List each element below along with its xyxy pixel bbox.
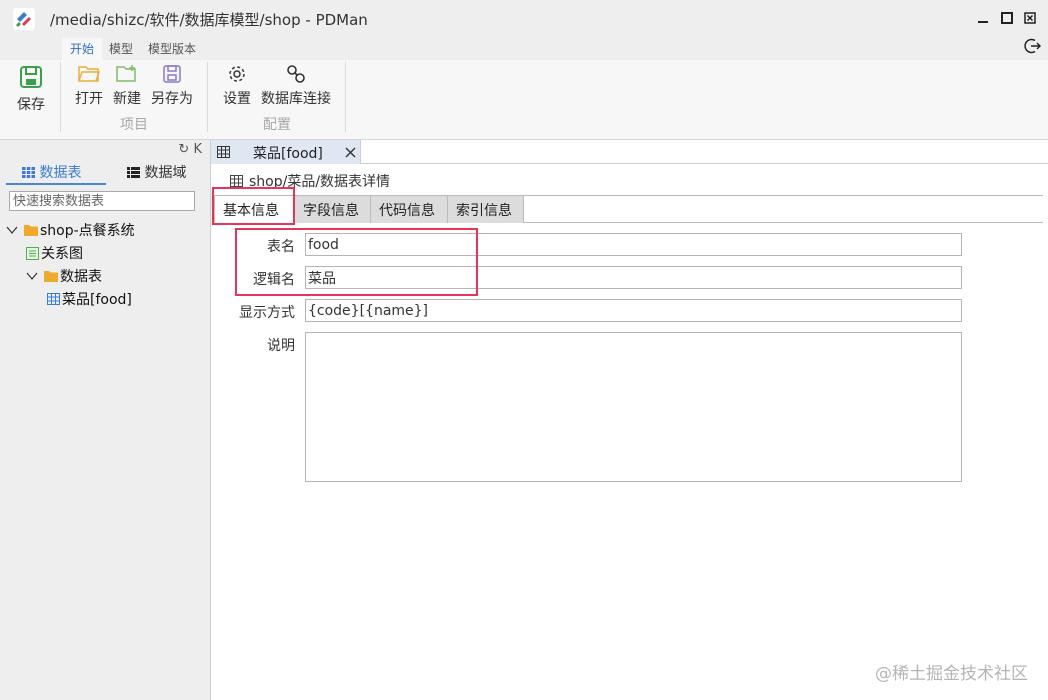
tree-item-label: shop-点餐系统 [40,223,135,239]
tree-item-tables-folder[interactable]: 数据表 [26,265,102,287]
gear-icon [229,66,245,82]
ribbon-tab-model-version[interactable]: 模型版本 [148,40,196,57]
description-textarea[interactable] [305,332,962,482]
tree-item-label: 关系图 [41,246,83,262]
chevron-down-icon[interactable] [6,225,18,235]
folder-icon [44,271,58,282]
maximize-icon[interactable] [1001,12,1013,24]
table-icon [47,293,60,305]
tab-data-tables-label: 数据表 [39,165,82,181]
tab-data-domains[interactable]: 数据域 [127,162,186,186]
grid-icon [22,167,35,178]
document-tab-bar: 菜品[food] [211,140,1048,164]
folder-icon [24,225,38,236]
ribbon-separator [60,62,61,132]
collapse-panel-button[interactable]: K [193,142,202,157]
tree-item-label: 菜品[food] [62,292,132,308]
close-window-icon[interactable] [1024,12,1036,24]
project-group-label: 项目 [120,117,148,133]
tree-item-label: 数据表 [60,269,102,285]
save-icon [20,66,42,88]
ribbon-tab-model[interactable]: 模型 [109,40,133,57]
window-title: /media/shizc/软件/数据库模型/shop - PDMan [50,11,368,29]
display-mode-input[interactable] [305,299,962,322]
doc-tab-label: 菜品[food] [253,146,323,162]
db-connect-button[interactable]: 数据库连接 [260,64,332,108]
ribbon-tab-bar: 开始 模型 模型版本 [0,38,1048,60]
open-folder-icon [78,66,100,82]
diagram-icon [26,246,39,260]
tree-item-project[interactable]: shop-点餐系统 [6,219,135,241]
table-icon [217,146,230,158]
description-label: 说明 [267,338,295,354]
db-connect-label: 数据库连接 [261,91,331,107]
chevron-down-icon[interactable] [26,271,38,281]
ribbon-tab-start[interactable]: 开始 [70,40,94,57]
open-button[interactable]: 打开 [72,64,106,108]
table-icon [230,175,243,187]
config-group-label: 配置 [263,117,291,133]
save-button[interactable]: 保存 [14,64,48,114]
minimize-icon[interactable] [977,12,989,24]
ribbon-toolbar: 保存 打开 新建 另存为 项目 设置 数据库连接 配置 [0,60,1048,140]
highlight-box-tab [212,187,295,225]
settings-label: 设置 [223,91,251,107]
settings-button[interactable]: 设置 [221,64,253,108]
open-label: 打开 [75,91,103,107]
pdman-logo-icon [13,8,35,30]
logout-icon[interactable] [1024,37,1042,55]
close-icon[interactable] [345,147,356,158]
search-tables-input[interactable] [9,191,195,211]
title-bar: /media/shizc/软件/数据库模型/shop - PDMan [0,0,1048,38]
panel-tools: ↻ K [178,142,202,157]
new-label: 新建 [113,91,141,107]
display-mode-label: 显示方式 [239,305,295,321]
new-folder-icon [116,65,136,82]
detail-tab-bar: 基本信息 字段信息 代码信息 索引信息 [214,195,1043,223]
link-icon [287,65,305,83]
ribbon-separator [345,62,346,132]
tab-index-info[interactable]: 索引信息 [447,196,524,223]
tab-data-domains-label: 数据域 [144,165,187,181]
highlight-box-fields [235,228,478,296]
tree-item-diagram[interactable]: 关系图 [26,242,83,264]
tab-code-info[interactable]: 代码信息 [370,196,447,223]
save-label: 保存 [17,97,45,113]
list-icon [127,167,140,178]
tab-field-info[interactable]: 字段信息 [294,196,370,223]
doc-tab-food[interactable]: 菜品[food] [211,140,361,164]
save-as-label: 另存为 [151,91,193,107]
new-button[interactable]: 新建 [110,64,144,108]
save-as-icon [163,65,181,83]
tree-item-food-table[interactable]: 菜品[food] [47,288,132,310]
watermark: @稀土掘金技术社区 [875,664,1028,684]
save-as-button[interactable]: 另存为 [149,64,195,108]
left-panel: ↻ K 数据表 数据域 shop-点餐系统 关系图 数据表 菜品[food [0,140,211,700]
ribbon-separator [207,62,208,132]
refresh-icon[interactable]: ↻ [178,142,189,157]
active-tab-underline [6,183,106,185]
